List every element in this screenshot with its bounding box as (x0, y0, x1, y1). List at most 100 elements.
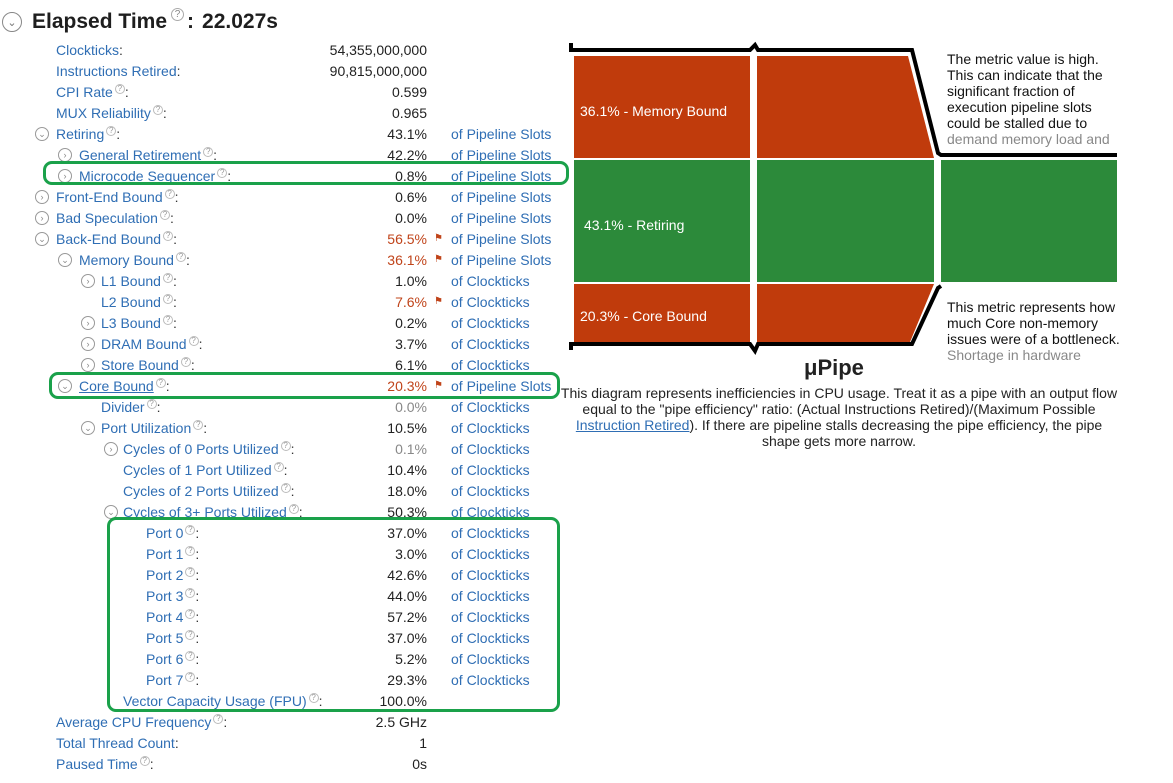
metric-name[interactable]: Total Thread Count: (56, 735, 179, 751)
metric-label[interactable]: Port Utilization (101, 420, 191, 436)
metric-name[interactable]: CPI Rate?: (56, 83, 129, 100)
help-icon[interactable]: ? (171, 7, 185, 21)
metric-name[interactable]: MUX Reliability?: (56, 104, 167, 121)
metric-name[interactable]: Memory Bound?: (79, 251, 190, 268)
metric-name[interactable]: Retiring?: (56, 125, 120, 142)
metric-label[interactable]: Port 7 (146, 672, 183, 688)
metric-label[interactable]: Port 0 (146, 525, 183, 541)
help-icon[interactable]: ? (203, 146, 214, 157)
metric-label[interactable]: Cycles of 3+ Ports Utilized (123, 504, 287, 520)
metric-label[interactable]: MUX Reliability (56, 105, 151, 121)
expand-icon[interactable]: › (81, 337, 95, 351)
help-icon[interactable]: ? (280, 440, 291, 451)
help-icon[interactable]: ? (185, 524, 196, 535)
expand-icon[interactable]: › (81, 274, 95, 288)
help-icon[interactable]: ? (180, 356, 191, 367)
help-icon[interactable]: ? (185, 629, 196, 640)
help-icon[interactable]: ? (185, 650, 196, 661)
metric-label[interactable]: Cycles of 1 Port Utilized (123, 462, 272, 478)
collapse-toggle-icon[interactable]: ⌄ (2, 12, 22, 32)
expand-icon[interactable]: › (35, 190, 49, 204)
help-icon[interactable]: ? (175, 251, 186, 262)
metric-name[interactable]: Bad Speculation?: (56, 209, 174, 226)
metric-label[interactable]: Instructions Retired (56, 63, 177, 79)
help-icon[interactable]: ? (188, 335, 199, 346)
expand-icon[interactable]: › (35, 211, 49, 225)
metric-label[interactable]: L2 Bound (101, 294, 161, 310)
metric-label[interactable]: General Retirement (79, 147, 201, 163)
metric-name[interactable]: Cycles of 2 Ports Utilized?: (123, 482, 295, 499)
help-icon[interactable]: ? (193, 419, 204, 430)
metric-name[interactable]: Instructions Retired: (56, 63, 181, 79)
help-icon[interactable]: ? (162, 314, 173, 325)
metric-label[interactable]: Cycles of 0 Ports Utilized (123, 441, 279, 457)
metric-name[interactable]: Port 2?: (146, 566, 199, 583)
help-icon[interactable]: ? (159, 209, 170, 220)
collapse-icon[interactable]: ⌄ (35, 232, 49, 246)
help-icon[interactable]: ? (288, 503, 299, 514)
collapse-icon[interactable]: ⌄ (58, 379, 72, 393)
help-icon[interactable]: ? (162, 272, 173, 283)
help-icon[interactable]: ? (273, 461, 284, 472)
help-icon[interactable]: ? (213, 713, 224, 724)
help-icon[interactable]: ? (106, 125, 117, 136)
help-icon[interactable]: ? (155, 377, 166, 388)
metric-label[interactable]: CPI Rate (56, 84, 113, 100)
metric-name[interactable]: Port 4?: (146, 608, 199, 625)
metric-label[interactable]: Port 6 (146, 651, 183, 667)
metric-label[interactable]: Cycles of 2 Ports Utilized (123, 483, 279, 499)
metric-label[interactable]: Memory Bound (79, 252, 174, 268)
metric-name[interactable]: Cycles of 1 Port Utilized?: (123, 461, 288, 478)
metric-label[interactable]: L1 Bound (101, 273, 161, 289)
metric-label[interactable]: Front-End Bound (56, 189, 163, 205)
metric-name[interactable]: Paused Time?: (56, 755, 154, 772)
metric-label[interactable]: L3 Bound (101, 315, 161, 331)
metric-label[interactable]: DRAM Bound (101, 336, 187, 352)
metric-name[interactable]: Microcode Sequencer?: (79, 167, 231, 184)
help-icon[interactable]: ? (280, 482, 291, 493)
metric-label[interactable]: Port 1 (146, 546, 183, 562)
metric-name[interactable]: Port 6?: (146, 650, 199, 667)
metric-name[interactable]: L1 Bound?: (101, 272, 177, 289)
metric-name[interactable]: Store Bound?: (101, 356, 195, 373)
collapse-icon[interactable]: ⌄ (35, 127, 49, 141)
help-icon[interactable]: ? (217, 167, 228, 178)
metric-name[interactable]: Port 1?: (146, 545, 199, 562)
instruction-retired-link[interactable]: Instruction Retired (576, 417, 690, 433)
metric-name[interactable]: L2 Bound?: (101, 293, 177, 310)
metric-label[interactable]: Port 5 (146, 630, 183, 646)
metric-name[interactable]: Port 3?: (146, 587, 199, 604)
metric-name[interactable]: Cycles of 0 Ports Utilized?: (123, 440, 295, 457)
help-icon[interactable]: ? (185, 566, 196, 577)
metric-label[interactable]: Microcode Sequencer (79, 168, 215, 184)
expand-icon[interactable]: › (81, 316, 95, 330)
metric-label[interactable]: Paused Time (56, 756, 138, 772)
help-icon[interactable]: ? (308, 692, 319, 703)
metric-label[interactable]: Average CPU Frequency (56, 714, 211, 730)
help-icon[interactable]: ? (185, 587, 196, 598)
metric-label[interactable]: Port 3 (146, 588, 183, 604)
metric-label[interactable]: Retiring (56, 126, 104, 142)
metric-name[interactable]: Port 7?: (146, 671, 199, 688)
metric-name[interactable]: DRAM Bound?: (101, 335, 202, 352)
metric-label[interactable]: Total Thread Count (56, 735, 175, 751)
help-icon[interactable]: ? (185, 671, 196, 682)
metric-name[interactable]: Core Bound?: (79, 377, 170, 394)
metric-name[interactable]: Vector Capacity Usage (FPU)?: (123, 692, 323, 709)
expand-icon[interactable]: › (81, 358, 95, 372)
metric-name[interactable]: Back-End Bound?: (56, 230, 177, 247)
metric-name[interactable]: Clockticks: (56, 42, 123, 58)
collapse-icon[interactable]: ⌄ (104, 505, 118, 519)
help-icon[interactable]: ? (162, 293, 173, 304)
help-icon[interactable]: ? (185, 545, 196, 556)
metric-name[interactable]: L3 Bound?: (101, 314, 177, 331)
metric-label[interactable]: Back-End Bound (56, 231, 161, 247)
metric-label[interactable]: Store Bound (101, 357, 179, 373)
help-icon[interactable]: ? (139, 755, 150, 766)
metric-name[interactable]: Port 5?: (146, 629, 199, 646)
metric-label[interactable]: Port 2 (146, 567, 183, 583)
help-icon[interactable]: ? (152, 104, 163, 115)
metric-name[interactable]: Port Utilization?: (101, 419, 207, 436)
help-icon[interactable]: ? (185, 608, 196, 619)
help-icon[interactable]: ? (114, 83, 125, 94)
